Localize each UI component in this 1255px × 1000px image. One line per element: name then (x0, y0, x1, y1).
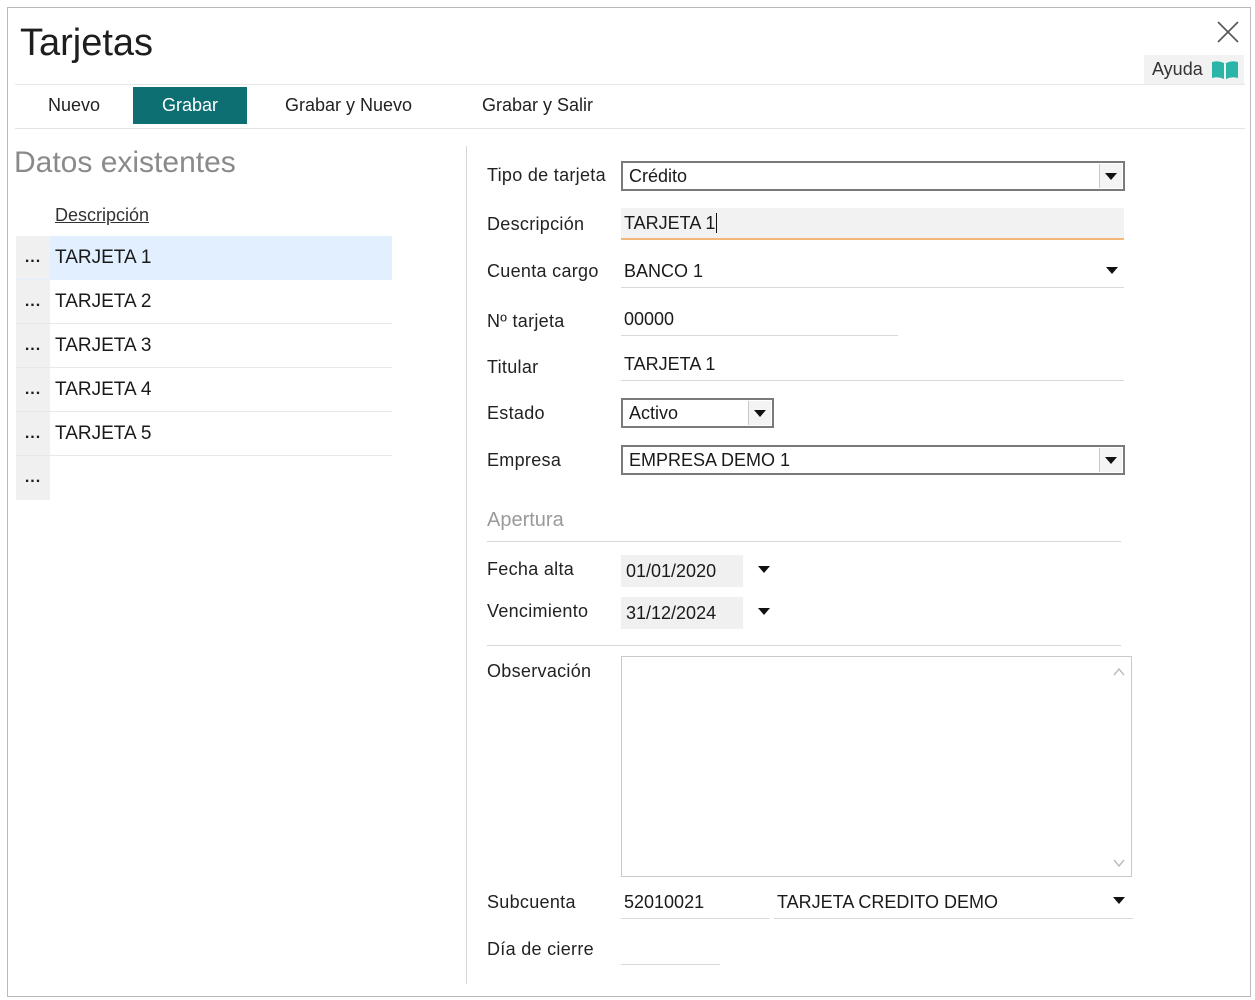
calendar-dropdown-icon[interactable] (758, 566, 770, 573)
existing-records-list: ... TARJETA 1 ... TARJETA 2 ... TARJETA … (16, 236, 392, 500)
window-title: Tarjetas (20, 22, 154, 64)
help-label: Ayuda (1152, 59, 1203, 79)
toolbar-divider (15, 128, 1245, 129)
descripcion-value: TARJETA 1 (624, 212, 716, 233)
titular-label: Titular (487, 357, 539, 377)
chevron-down-icon[interactable] (1106, 267, 1118, 274)
grabar-button[interactable]: Grabar (133, 87, 247, 124)
new-record-row[interactable]: ... (16, 456, 392, 500)
num-tarjeta-input[interactable]: 00000 (621, 304, 898, 336)
list-item[interactable]: ... TARJETA 4 (16, 368, 392, 412)
chevron-down-icon[interactable] (1099, 448, 1122, 472)
estado-value: Activo (629, 402, 679, 423)
num-tarjeta-label: Nº tarjeta (487, 311, 565, 331)
empresa-label: Empresa (487, 450, 562, 470)
estado-label: Estado (487, 403, 545, 423)
scroll-up-icon[interactable] (1113, 667, 1125, 677)
chevron-down-icon[interactable] (748, 401, 771, 425)
vencimiento-value: 31/12/2024 (626, 602, 717, 623)
list-item-label: TARJETA 3 (55, 334, 152, 356)
list-item-label: TARJETA 4 (55, 378, 152, 400)
close-icon[interactable] (1213, 17, 1243, 47)
tipo-tarjeta-select[interactable]: Crédito (621, 161, 1125, 191)
row-marker[interactable]: ... (16, 280, 50, 323)
help-button[interactable]: Ayuda (1144, 55, 1244, 84)
nuevo-button[interactable]: Nuevo (15, 87, 133, 124)
text-caret (716, 213, 718, 233)
dates-divider (487, 645, 1121, 646)
fecha-alta-input[interactable]: 01/01/2020 (621, 555, 743, 587)
descripcion-column-header[interactable]: Descripción (55, 205, 149, 226)
scroll-down-icon[interactable] (1113, 858, 1125, 868)
list-item-label: TARJETA 2 (55, 290, 152, 312)
scrollbar[interactable] (1107, 657, 1131, 876)
list-item-label: TARJETA 5 (55, 422, 152, 444)
empresa-select[interactable]: EMPRESA DEMO 1 (621, 445, 1125, 475)
row-marker[interactable]: ... (16, 456, 50, 500)
subcuenta-code-input[interactable]: 52010021 (621, 887, 769, 919)
list-item[interactable]: ... TARJETA 1 (16, 236, 392, 280)
estado-select[interactable]: Activo (621, 398, 774, 428)
observacion-textarea[interactable] (621, 656, 1132, 877)
chevron-down-icon[interactable] (1099, 164, 1122, 188)
calendar-dropdown-icon[interactable] (758, 608, 770, 615)
fecha-alta-label: Fecha alta (487, 559, 575, 579)
vencimiento-label: Vencimiento (487, 601, 589, 621)
vencimiento-input[interactable]: 31/12/2024 (621, 597, 743, 629)
tipo-tarjeta-value: Crédito (629, 165, 688, 186)
subcuenta-code-value: 52010021 (624, 892, 705, 912)
cuenta-cargo-value: BANCO 1 (624, 261, 704, 281)
subcuenta-name-select[interactable]: TARJETA CREDITO DEMO (774, 887, 1133, 919)
row-marker[interactable]: ... (16, 324, 50, 367)
list-item[interactable]: ... TARJETA 3 (16, 324, 392, 368)
subcuenta-name-value: TARJETA CREDITO DEMO (777, 892, 999, 912)
header-divider (15, 84, 1245, 85)
dia-cierre-input[interactable] (621, 933, 720, 965)
descripcion-label: Descripción (487, 214, 585, 234)
apertura-divider (487, 541, 1121, 542)
titular-input[interactable]: TARJETA 1 (621, 349, 1124, 381)
tipo-tarjeta-label: Tipo de tarjeta (487, 165, 606, 185)
row-marker[interactable]: ... (16, 368, 50, 411)
chevron-down-icon[interactable] (1113, 897, 1125, 904)
cuenta-cargo-label: Cuenta cargo (487, 261, 599, 281)
row-marker[interactable]: ... (16, 236, 50, 279)
subcuenta-label: Subcuenta (487, 892, 576, 912)
grabar-y-salir-button[interactable]: Grabar y Salir (450, 87, 625, 124)
apertura-section-title: Apertura (487, 509, 564, 531)
list-item[interactable]: ... TARJETA 5 (16, 412, 392, 456)
datos-existentes-title: Datos existentes (14, 146, 236, 179)
grabar-y-nuevo-button[interactable]: Grabar y Nuevo (247, 87, 450, 124)
num-tarjeta-value: 00000 (624, 309, 675, 329)
toolbar: Nuevo Grabar Grabar y Nuevo Grabar y Sal… (15, 87, 625, 124)
titular-value: TARJETA 1 (624, 354, 716, 374)
descripcion-input[interactable]: TARJETA 1 (621, 208, 1124, 240)
row-marker[interactable]: ... (16, 412, 50, 455)
list-item-label: TARJETA 1 (50, 236, 392, 279)
book-icon (1211, 60, 1238, 79)
dia-cierre-label: Día de cierre (487, 939, 594, 959)
panel-divider (466, 146, 467, 984)
fecha-alta-value: 01/01/2020 (626, 560, 717, 581)
cuenta-cargo-select[interactable]: BANCO 1 (621, 256, 1124, 288)
list-item[interactable]: ... TARJETA 2 (16, 280, 392, 324)
observacion-label: Observación (487, 661, 592, 681)
empresa-value: EMPRESA DEMO 1 (629, 449, 791, 470)
